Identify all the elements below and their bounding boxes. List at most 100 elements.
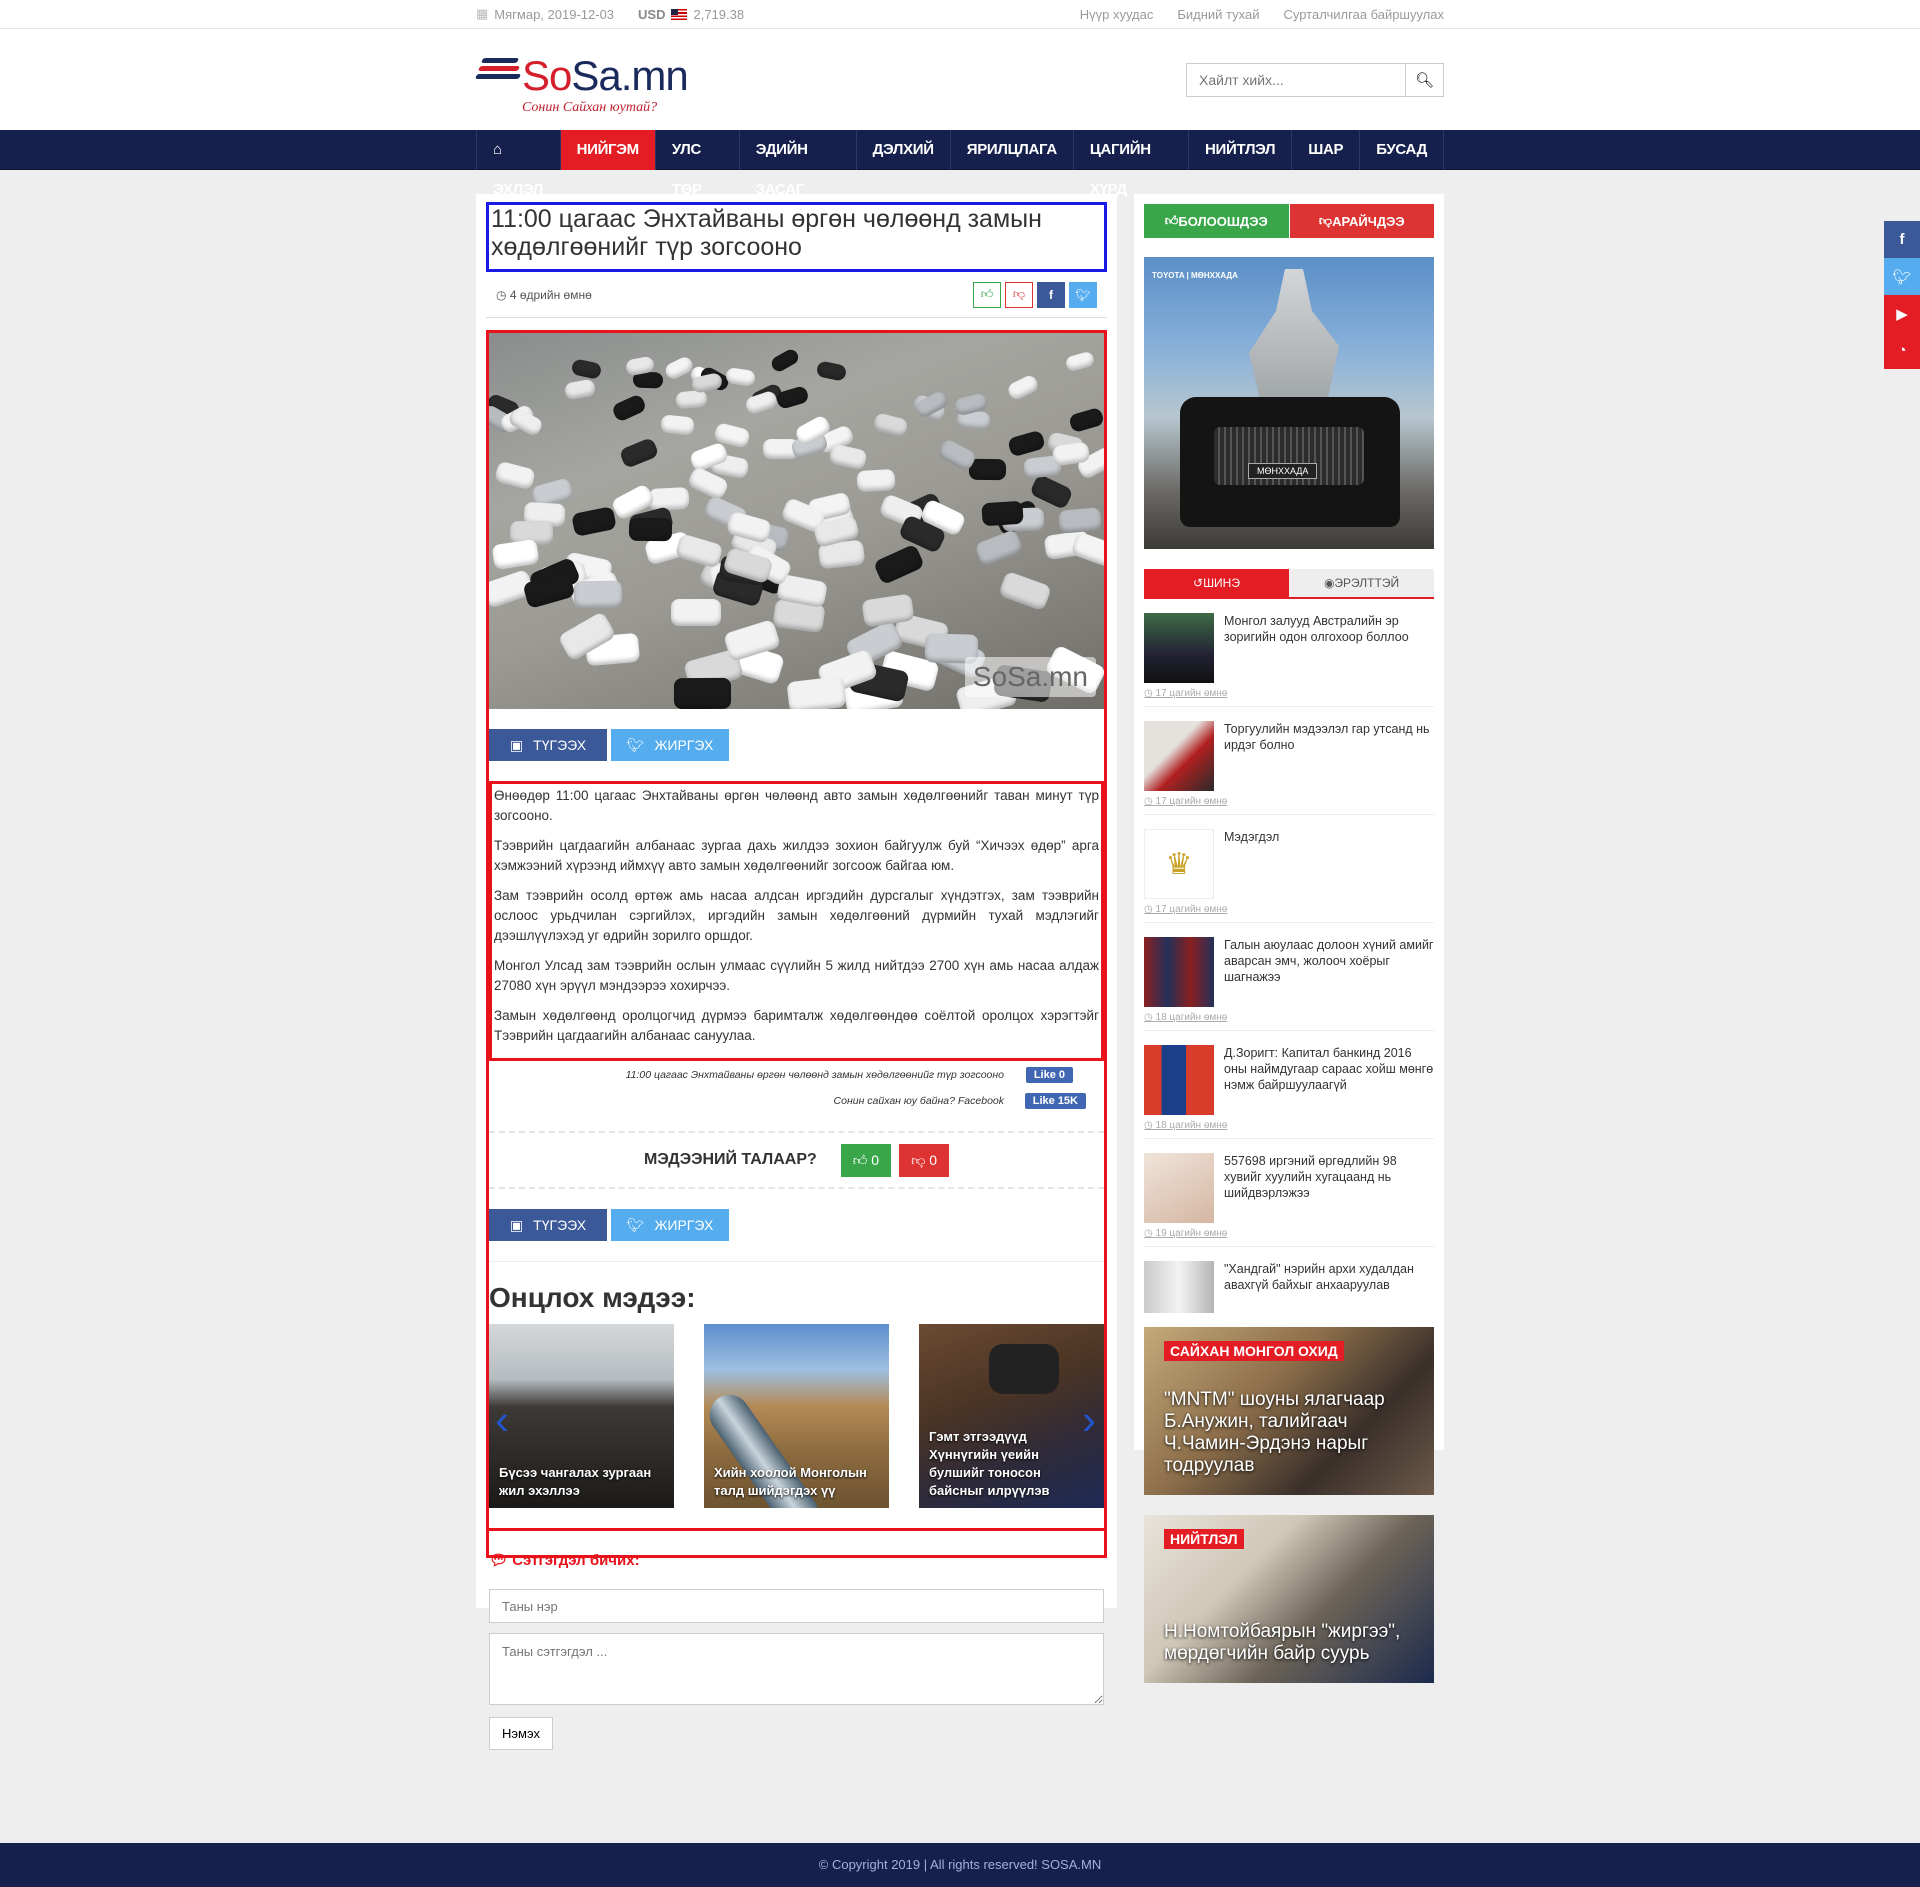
car-graphic — [660, 414, 696, 437]
twitter-link[interactable]: 🐦︎ — [1884, 258, 1920, 295]
search-button[interactable]: 🔍︎ — [1405, 64, 1443, 96]
facebook-icon: f — [1049, 287, 1053, 302]
car-graphic — [1070, 531, 1104, 570]
clock-icon: ◷ — [496, 287, 510, 302]
link-about[interactable]: Бидний тухай — [1177, 7, 1259, 22]
nav-other[interactable]: БУСАД — [1360, 130, 1444, 170]
currency-label: USD — [638, 6, 666, 22]
news-thumbnail: ♛ — [1144, 829, 1214, 899]
facebook-share-button[interactable]: f — [1037, 281, 1065, 308]
article-paragraph: Монгол Улсад зам тээврийн ослын улмаас с… — [494, 958, 1099, 993]
list-item[interactable]: "Хандгай" нэрийн архи худалдан авахгүй б… — [1144, 1247, 1434, 1313]
comment-heading: 💬︎ Сэтгэгдэл бичих: — [489, 1552, 640, 1569]
comment-name-input[interactable] — [489, 1589, 1104, 1623]
nav-yellow[interactable]: ШАР — [1292, 130, 1361, 170]
car-graphic — [1058, 507, 1102, 534]
featured-item[interactable]: Хийн хоолой Монголын талд шийдэгдэх үү — [704, 1324, 889, 1508]
refresh-icon: ↺ — [1193, 576, 1204, 590]
list-item[interactable]: Д.Зоригт: Капитал банкинд 2016 оны наймд… — [1144, 1031, 1434, 1139]
nav-opinion[interactable]: НИЙТЛЭЛ — [1189, 130, 1293, 170]
list-item[interactable]: Монгол залууд Австралийн эр зоригийн одо… — [1144, 599, 1434, 707]
share-facebook-button[interactable]: ▣ ТҮГЭЭХ — [489, 1209, 607, 1241]
car-graphic — [611, 393, 648, 423]
search-input[interactable] — [1187, 64, 1405, 96]
carousel-next-arrow-icon[interactable]: › — [1082, 1396, 1096, 1444]
nav-home[interactable]: ⌂ ЭХЛЭЛ — [477, 130, 561, 198]
twitter-icon: 🐦︎ — [626, 736, 645, 753]
twitter-icon: 🐦︎ — [1892, 268, 1912, 286]
logo-wordmark: SoSa.mn — [522, 52, 689, 99]
news-title: Торгуулийн мэдээлэл гар утсанд нь ирдэг … — [1224, 722, 1430, 752]
car-graphic — [1007, 429, 1047, 458]
tab-popular[interactable]: ◉ ЭРЭЛТТЭЙ — [1289, 569, 1434, 597]
promo-banner[interactable]: САЙХАН МОНГОЛ ОХИД "MNTM" шоуны ялагчаар… — [1144, 1327, 1434, 1495]
youtube-link[interactable]: ▶ — [1884, 295, 1920, 332]
main-nav: ⌂ ЭХЛЭЛ НИЙГЭМ УЛС ТӨР ЭДИЙН ЗАСАГ ДЭЛХИ… — [0, 130, 1920, 198]
share-buttons: ▣ ТҮГЭЭХ 🐦︎ ЖИРГЭХ — [489, 729, 1104, 761]
car-graphic — [1068, 406, 1104, 434]
date-currency: ▦ Мягмар, 2019-12-03 USD 2,719.38 — [476, 6, 744, 22]
list-item[interactable]: 557698 иргэний өргөдлийн 98 хувийг хуули… — [1144, 1139, 1434, 1247]
share-facebook-button[interactable]: ▣ ТҮГЭЭХ — [489, 729, 607, 761]
car-graphic — [743, 389, 779, 416]
nav-economy[interactable]: ЭДИЙН ЗАСАГ — [740, 130, 857, 198]
featured-item[interactable]: Гэмт этгээдүүд Хүннүгийн үеийн булшийг т… — [919, 1324, 1104, 1508]
nav-world[interactable]: ДЭЛХИЙ — [857, 130, 951, 170]
share-twitter-button[interactable]: 🐦︎ ЖИРГЭХ — [611, 1209, 729, 1241]
thumbs-up-icon: 👍︎ — [1164, 213, 1179, 228]
vote-down-button[interactable]: 👎︎ 0 — [899, 1143, 949, 1177]
thumbs-down-icon: 👎︎ — [1012, 287, 1026, 301]
dislike-button[interactable]: 👎︎ — [1005, 281, 1033, 308]
car-graphic — [872, 544, 925, 586]
link-advertise[interactable]: Сурталчилгаа байршуулах — [1283, 7, 1444, 22]
site-header: SoSa.mn Сонин Сайхан юутай? 🔍︎ — [0, 28, 1920, 130]
list-item[interactable]: ♛ Мэдэгдэл ◷ 17 цагийн өмнө — [1144, 815, 1434, 923]
thumbs-down-icon: 👎︎ — [911, 1151, 930, 1168]
featured-item-title: Гэмт этгээдүүд Хүннүгийн үеийн булшийг т… — [929, 1429, 1050, 1498]
facebook-link[interactable]: f — [1884, 221, 1920, 258]
news-thumbnail — [1144, 721, 1214, 791]
car-graphic — [786, 676, 847, 709]
fb-like-button[interactable]: Like 0 — [1025, 1067, 1073, 1083]
rss-link[interactable]: ◔ — [1884, 332, 1920, 369]
featured-news: Онцлох мэдээ: Бүсээ чангалах зургаан жил… — [489, 1261, 1104, 1508]
promo-banner[interactable]: НИЙТЛЭЛ Н.Номтойбаярын "жиргээ", мөрдөгч… — [1144, 1515, 1434, 1683]
comment-submit-button[interactable]: Нэмэх — [489, 1717, 553, 1750]
site-logo[interactable]: SoSa.mn Сонин Сайхан юутай? — [474, 44, 716, 116]
nav-society[interactable]: НИЙГЭМ — [560, 130, 656, 170]
featured-carousel: Бүсээ чангалах зургаан жил эхэллээ Хийн … — [489, 1324, 1104, 1508]
news-tabs: ↺ ШИНЭ ◉ ЭРЭЛТТЭЙ — [1144, 569, 1434, 599]
main-content: 11:00 цагаас Энхтайваны өргөн чөлөөнд за… — [476, 194, 1444, 1750]
car-graphic — [769, 347, 802, 375]
news-title: 557698 иргэний өргөдлийн 98 хувийг хуули… — [1224, 1154, 1397, 1200]
fb-page-like-button[interactable]: Like 15K — [1024, 1093, 1086, 1109]
tab-new[interactable]: ↺ ШИНЭ — [1144, 569, 1289, 597]
promo-tag: САЙХАН МОНГОЛ ОХИД — [1164, 1341, 1344, 1361]
twitter-icon: 🐦︎ — [1075, 287, 1091, 302]
share-twitter-button[interactable]: 🐦︎ ЖИРГЭХ — [611, 729, 729, 761]
vote-up-button[interactable]: 👍︎ 0 — [840, 1143, 892, 1177]
youtube-icon: ▶ — [1896, 305, 1908, 323]
nav-time-wheel[interactable]: ЦАГИЙН ХҮРД — [1074, 130, 1189, 198]
like-button[interactable]: 👍︎ — [973, 281, 1001, 308]
car-graphic — [670, 599, 721, 627]
thumbs-down-icon: 👎︎ — [1318, 213, 1333, 228]
top-bar: ▦ Мягмар, 2019-12-03 USD 2,719.38 Нүүр х… — [0, 0, 1920, 28]
link-home[interactable]: Нүүр хуудас — [1080, 7, 1154, 22]
vote-bad-button[interactable]: 👎︎ АРАЙЧДЭЭ — [1289, 204, 1434, 238]
calendar-icon: ▦ — [476, 6, 489, 21]
list-item[interactable]: Галын аюулаас долоон хүний амийг аварсан… — [1144, 923, 1434, 1031]
list-item[interactable]: Торгуулийн мэдээлэл гар утсанд нь ирдэг … — [1144, 707, 1434, 815]
logo-stripes-icon — [474, 58, 522, 88]
car-graphic — [629, 517, 673, 542]
carousel-prev-arrow-icon[interactable]: ‹ — [495, 1396, 509, 1444]
car-graphic — [1005, 373, 1040, 402]
car-graphic — [725, 367, 757, 388]
twitter-share-button[interactable]: 🐦︎ — [1069, 281, 1097, 308]
nav-politics[interactable]: УЛС ТӨР — [656, 130, 740, 198]
nav-interview[interactable]: ЯРИЛЦЛАГА — [951, 130, 1074, 170]
advertisement-banner[interactable]: TOYOTA | МӨНХХАДА МӨНХХАДА — [1144, 257, 1434, 549]
featured-item[interactable]: Бүсээ чангалах зургаан жил эхэллээ — [489, 1324, 674, 1508]
comment-text-input[interactable] — [489, 1633, 1104, 1705]
vote-good-button[interactable]: 👍︎ БОЛООШДЭЭ — [1144, 204, 1289, 238]
